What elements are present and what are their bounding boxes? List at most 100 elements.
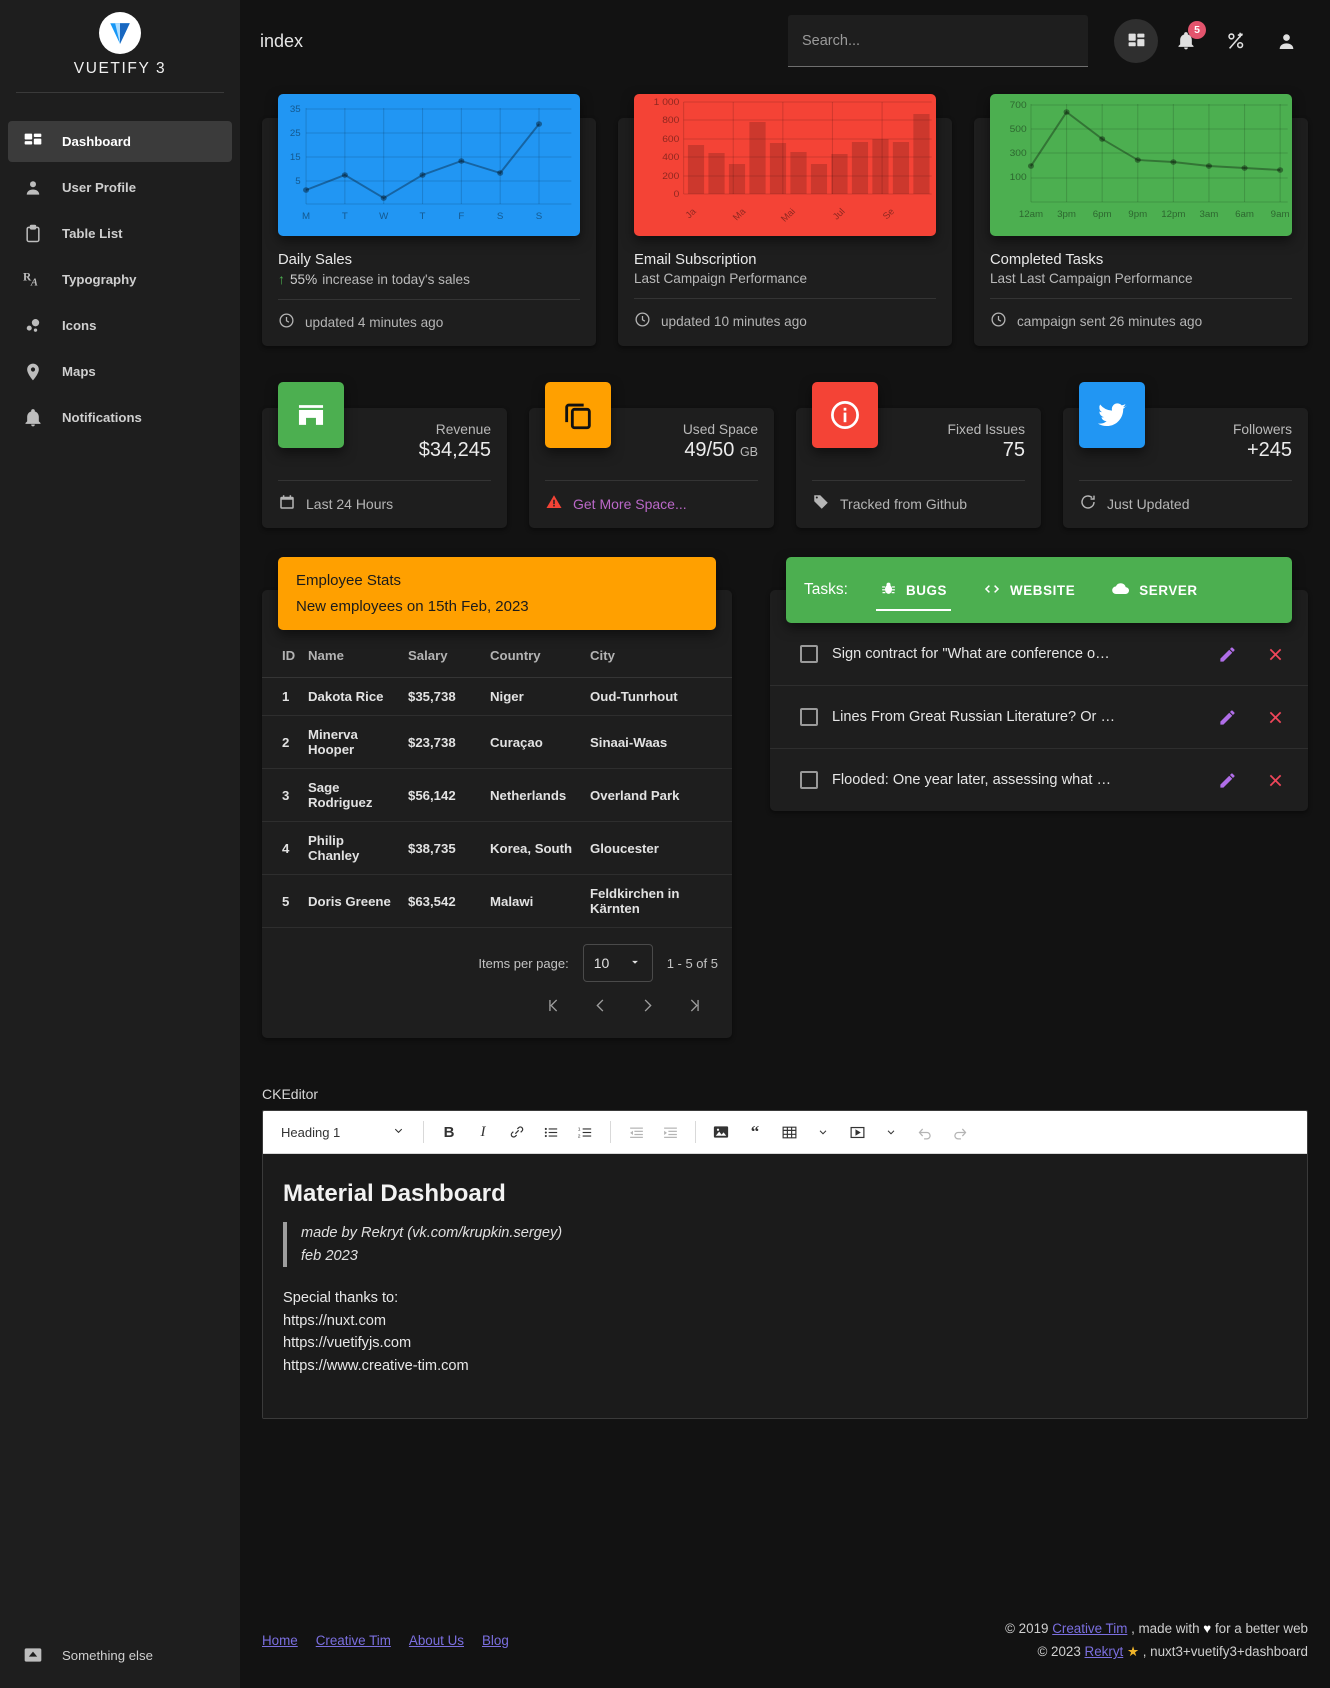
task-checkbox[interactable] [800, 645, 818, 663]
heading-select-value: Heading 1 [281, 1124, 341, 1140]
items-per-page-select[interactable]: 10 [582, 944, 653, 982]
search-field[interactable] [788, 15, 1088, 67]
close-icon[interactable] [1258, 700, 1292, 734]
cell-name: Doris Greene [302, 874, 402, 928]
theme-toggle-icon[interactable] [1214, 19, 1258, 63]
close-icon[interactable] [1258, 763, 1292, 797]
ckeditor-body[interactable]: Material Dashboard made by Rekryt (vk.co… [263, 1154, 1307, 1418]
tasks-card: Tasks: BUGS WEBSITE SERVER Sign contract… [770, 557, 1308, 811]
column-city[interactable]: City [584, 630, 732, 678]
footer-link-home[interactable]: Home [262, 1633, 298, 1648]
creative-tim-link[interactable]: Creative Tim [1052, 1621, 1127, 1636]
notification-badge: 5 [1188, 21, 1206, 39]
column-salary[interactable]: Salary [402, 630, 484, 678]
image-icon[interactable] [706, 1117, 736, 1147]
tab-website[interactable]: WEBSITE [979, 557, 1079, 623]
task-checkbox[interactable] [800, 771, 818, 789]
media-dropdown-icon[interactable] [876, 1117, 906, 1147]
tab-server[interactable]: SERVER [1107, 557, 1201, 623]
heading-select[interactable]: Heading 1 [273, 1117, 413, 1147]
copyright-pre: © 2019 [1005, 1620, 1053, 1636]
footer-link-blog[interactable]: Blog [482, 1633, 509, 1648]
sidebar-item-table-list[interactable]: Table List [8, 213, 232, 254]
account-icon[interactable] [1264, 19, 1308, 63]
chart-footer-text: campaign sent 26 minutes ago [1017, 313, 1203, 329]
indent-icon[interactable] [655, 1117, 685, 1147]
clock-icon [990, 311, 1007, 331]
person-icon [22, 177, 44, 199]
bulleted-list-icon[interactable] [536, 1117, 566, 1147]
media-icon[interactable] [842, 1117, 872, 1147]
chart-footer-text: updated 10 minutes ago [661, 313, 807, 329]
svg-text:9am: 9am [1271, 209, 1290, 219]
blockquote-icon[interactable]: “ [740, 1117, 770, 1147]
notifications-bell-icon[interactable]: 5 [1164, 19, 1208, 63]
italic-icon[interactable]: I [468, 1117, 498, 1147]
search-input[interactable] [802, 32, 1074, 49]
svg-text:6am: 6am [1235, 209, 1254, 219]
cell-city: Overland Park [584, 768, 732, 822]
footer-link-creative-tim[interactable]: Creative Tim [316, 1633, 391, 1648]
svg-text:500: 500 [1010, 124, 1028, 135]
pencil-icon[interactable] [1210, 637, 1244, 671]
brand: VUETIFY 3 [0, 0, 240, 107]
close-icon[interactable] [1258, 637, 1292, 671]
task-row: Sign contract for "What are conference o… [770, 623, 1308, 686]
chart-footer-text: updated 4 minutes ago [305, 314, 444, 330]
redo-icon[interactable] [944, 1117, 974, 1147]
column-country[interactable]: Country [484, 630, 584, 678]
first-page-icon[interactable] [544, 996, 563, 1020]
sidebar-item-notifications[interactable]: Notifications [8, 397, 232, 438]
table-dropdown-icon[interactable] [808, 1117, 838, 1147]
chart-title: Completed Tasks [990, 252, 1104, 268]
daily-sales-chart: 35 25 15 5 M T W T F S S [278, 94, 580, 236]
stat-cards-row: Revenue $34,245 Last 24 Hours Used Space… [262, 382, 1308, 528]
get-more-space-link[interactable]: Get More Space... [573, 496, 687, 512]
footer-links: Home Creative Tim About Us Blog [262, 1633, 509, 1648]
footer-link-about-us[interactable]: About Us [409, 1633, 464, 1648]
prev-page-icon[interactable] [591, 996, 610, 1020]
column-name[interactable]: Name [302, 630, 402, 678]
chart-title: Email Subscription [634, 252, 757, 268]
banner-subtitle: New employees on 15th Feb, 2023 [296, 598, 529, 615]
numbered-list-icon[interactable]: 12 [570, 1117, 600, 1147]
stat-card-used-space: Used Space 49/50 GB Get More Space... [529, 382, 774, 528]
sidebar-item-user-profile[interactable]: User Profile [8, 167, 232, 208]
grid-icon[interactable] [1114, 19, 1158, 63]
sidebar-item-dashboard[interactable]: Dashboard [8, 121, 232, 162]
pencil-icon[interactable] [1210, 763, 1244, 797]
next-page-icon[interactable] [638, 996, 657, 1020]
svg-text:1: 1 [577, 1126, 580, 1132]
stat-top: Used Space 49/50 GB [529, 382, 774, 470]
bold-icon[interactable]: B [434, 1117, 464, 1147]
outdent-icon[interactable] [621, 1117, 651, 1147]
divider [423, 1121, 424, 1143]
stat-value: 49/50 GB [627, 439, 758, 462]
sidebar-item-maps[interactable]: Maps [8, 351, 232, 392]
stat-value-number: 49/50 [684, 439, 735, 461]
cell-name: Philip Chanley [302, 821, 402, 875]
ckeditor-section: CKEditor Heading 1 B I 1 2 “ Material Da… [262, 1086, 1308, 1429]
tab-bugs[interactable]: BUGS [875, 557, 952, 623]
svg-text:S: S [536, 211, 542, 221]
rekryt-link[interactable]: Rekryt [1085, 1644, 1124, 1659]
task-checkbox[interactable] [800, 708, 818, 726]
sidebar-item-icons[interactable]: Icons [8, 305, 232, 346]
table-icon[interactable] [774, 1117, 804, 1147]
card-completed-tasks: 700 500 300 100 12am 3pm 6pm 9pm 12pm 3am 6am… [974, 94, 1308, 346]
cell-salary: $38,735 [402, 821, 484, 875]
stat-label: Used Space [682, 422, 758, 437]
sidebar-item-typography[interactable]: RA Typography [8, 259, 232, 300]
sidebar-bottom-item[interactable]: Something else [0, 1630, 240, 1688]
undo-icon[interactable] [910, 1117, 940, 1147]
column-id[interactable]: ID [262, 630, 302, 678]
cell-salary: $56,142 [402, 768, 484, 822]
pencil-icon[interactable] [1210, 700, 1244, 734]
svg-text:12pm: 12pm [1161, 209, 1185, 219]
employee-stats-card: Employee Stats New employees on 15th Feb… [262, 557, 732, 1038]
quote-line-1: made by Rekryt (vk.com/krupkin.sergey) [301, 1225, 563, 1241]
link-icon[interactable] [502, 1117, 532, 1147]
last-page-icon[interactable] [685, 996, 704, 1020]
stat-footer: Get More Space... [529, 481, 774, 528]
items-per-page-value: 10 [593, 955, 610, 971]
